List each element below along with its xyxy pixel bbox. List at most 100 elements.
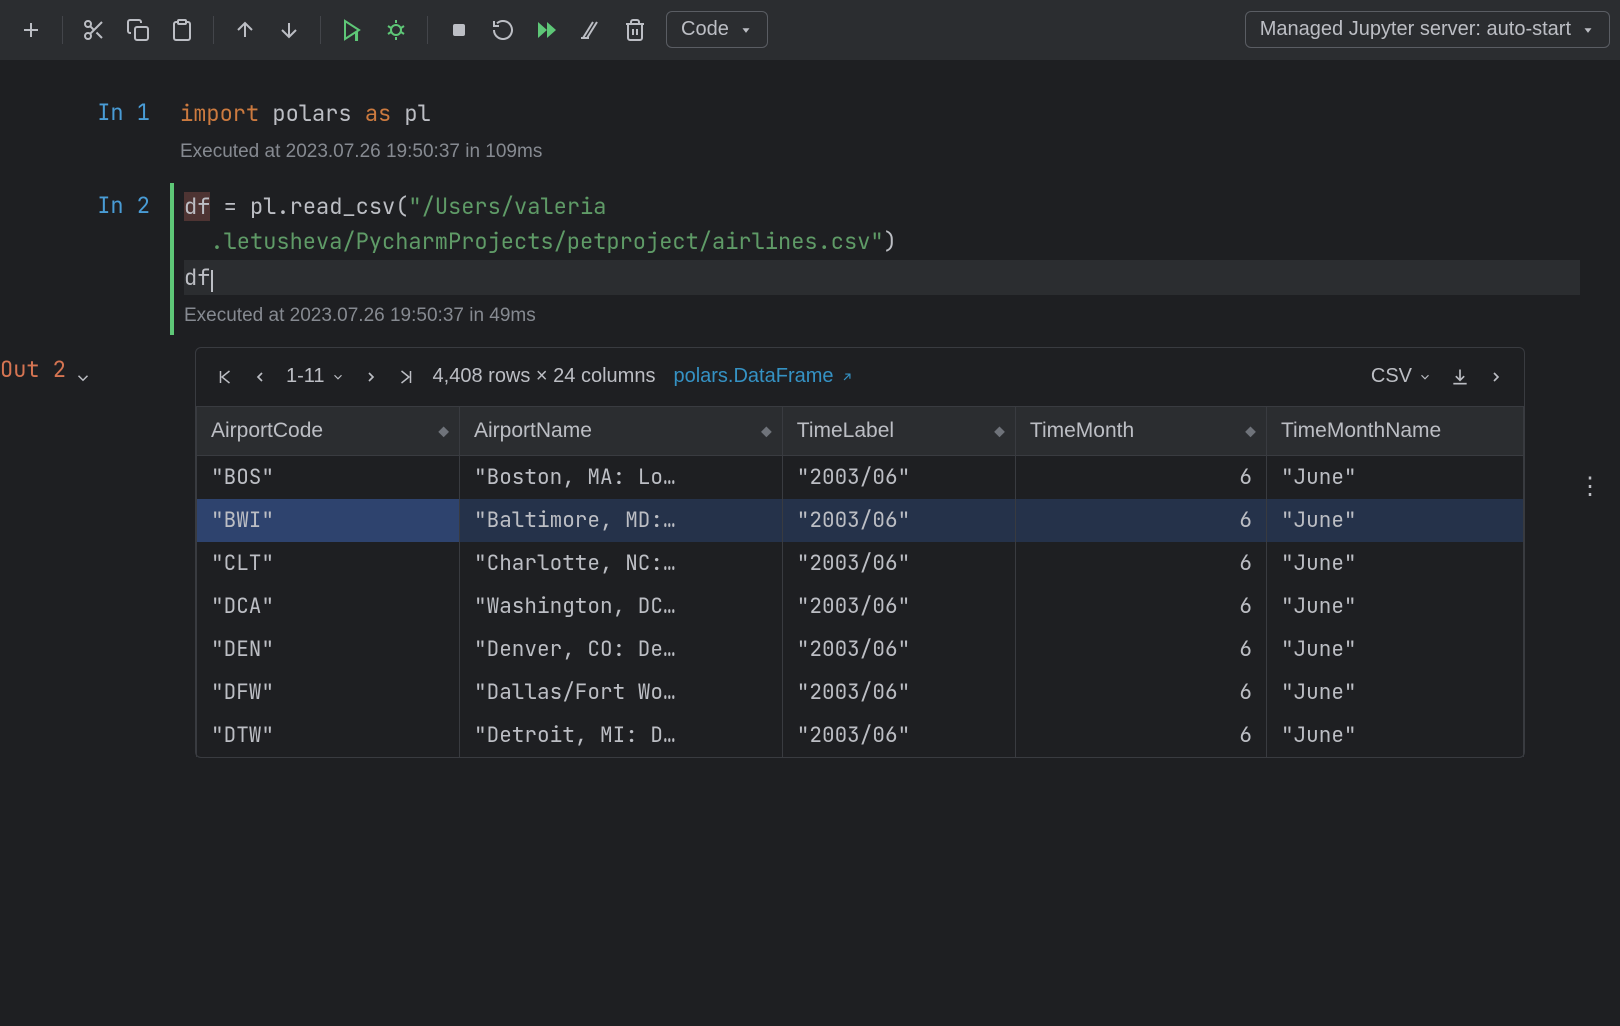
first-page-button[interactable] xyxy=(216,367,234,387)
cell-timemonth[interactable]: 6 xyxy=(1015,585,1266,628)
cell-airportcode[interactable]: "CLT" xyxy=(197,542,460,585)
table-row[interactable]: "BWI""Baltimore, MD:…"2003/06"6"June" xyxy=(197,499,1524,542)
table-dimensions: 4,408 rows × 24 columns xyxy=(433,365,656,388)
delete-button[interactable] xyxy=(614,9,656,51)
cell-timemonth[interactable]: 6 xyxy=(1015,542,1266,585)
code-block-2[interactable]: df = pl.read_csv("/Users/valeria .letush… xyxy=(170,183,1590,301)
run-all-button[interactable] xyxy=(526,9,568,51)
cell-airportcode[interactable]: "DFW" xyxy=(197,671,460,714)
table-row[interactable]: "DEN""Denver, CO: De…"2003/06"6"June" xyxy=(197,628,1524,671)
page-range[interactable]: 1-11 xyxy=(286,365,345,388)
cell-type-dropdown[interactable]: Code xyxy=(666,11,768,48)
col-header-timelabel[interactable]: TimeLabel◆ xyxy=(782,406,1015,455)
cell-timelabel[interactable]: "2003/06" xyxy=(782,542,1015,585)
add-cell-button[interactable] xyxy=(10,9,52,51)
cell-timemonthname[interactable]: "June" xyxy=(1266,671,1523,714)
table-row[interactable]: "DCA""Washington, DC…"2003/06"6"June" xyxy=(197,585,1524,628)
copy-button[interactable] xyxy=(117,9,159,51)
cell-timelabel[interactable]: "2003/06" xyxy=(782,671,1015,714)
cut-button[interactable] xyxy=(73,9,115,51)
export-label: CSV xyxy=(1371,365,1412,388)
cell-in-2: In 2 df = pl.read_csv("/Users/valeria .l… xyxy=(0,183,1620,335)
toolbar-separator xyxy=(62,16,63,44)
dataframe-output: 1-11 4,408 rows × 24 columns polars.Data… xyxy=(195,347,1525,758)
code-block-1[interactable]: import polars as pl xyxy=(170,90,1590,137)
restart-button[interactable] xyxy=(482,9,524,51)
clear-outputs-button[interactable] xyxy=(570,9,612,51)
cell-timemonth[interactable]: 6 xyxy=(1015,628,1266,671)
sort-icon: ◆ xyxy=(761,422,772,439)
cell-airportname[interactable]: "Boston, MA: Lo… xyxy=(460,455,783,499)
cell-timelabel[interactable]: "2003/06" xyxy=(782,455,1015,499)
exec-meta-2: Executed at 2023.07.26 19:50:37 in 49ms xyxy=(170,301,1590,335)
table-row[interactable]: "DTW""Detroit, MI: D…"2003/06"6"June" xyxy=(197,714,1524,757)
stop-button[interactable] xyxy=(438,9,480,51)
sort-icon: ◆ xyxy=(994,422,1005,439)
data-table: AirportCode◆ AirportName◆ TimeLabel◆ Tim… xyxy=(196,406,1524,757)
overflow-menu-button[interactable]: ⋮ xyxy=(1578,472,1602,501)
download-button[interactable] xyxy=(1450,367,1470,387)
cell-airportcode[interactable]: "DCA" xyxy=(197,585,460,628)
more-button[interactable] xyxy=(1488,367,1504,387)
svg-text:I: I xyxy=(355,31,358,42)
chevron-down-icon xyxy=(739,23,753,37)
dataframe-type-link[interactable]: polars.DataFrame xyxy=(673,365,853,388)
cell-timemonth[interactable]: 6 xyxy=(1015,671,1266,714)
range-text: 1-11 xyxy=(286,365,325,388)
exec-meta-1: Executed at 2023.07.26 19:50:37 in 109ms xyxy=(170,137,1590,171)
eq: = xyxy=(210,192,250,221)
kw-import: import xyxy=(180,99,259,128)
cell-body-1[interactable]: import polars as pl Executed at 2023.07.… xyxy=(170,90,1620,171)
debug-button[interactable] xyxy=(375,9,417,51)
cell-timelabel[interactable]: "2003/06" xyxy=(782,714,1015,757)
next-page-button[interactable] xyxy=(363,367,379,387)
paste-button[interactable] xyxy=(161,9,203,51)
move-up-button[interactable] xyxy=(224,9,266,51)
table-row[interactable]: "CLT""Charlotte, NC:…"2003/06"6"June" xyxy=(197,542,1524,585)
cell-airportname[interactable]: "Charlotte, NC:… xyxy=(460,542,783,585)
notebook-cells: In 1 import polars as pl Executed at 202… xyxy=(0,60,1620,758)
cell-airportname[interactable]: "Baltimore, MD:… xyxy=(460,499,783,542)
call: pl.read_csv( xyxy=(250,192,408,221)
cell-timelabel[interactable]: "2003/06" xyxy=(782,628,1015,671)
export-csv-button[interactable]: CSV xyxy=(1371,365,1432,388)
cell-timemonthname[interactable]: "June" xyxy=(1266,714,1523,757)
col-header-airportcode[interactable]: AirportCode◆ xyxy=(197,406,460,455)
cell-timemonth[interactable]: 6 xyxy=(1015,714,1266,757)
cell-airportname[interactable]: "Denver, CO: De… xyxy=(460,628,783,671)
col-header-airportname[interactable]: AirportName◆ xyxy=(460,406,783,455)
cell-timemonthname[interactable]: "June" xyxy=(1266,455,1523,499)
cell-timemonthname[interactable]: "June" xyxy=(1266,585,1523,628)
cell-airportname[interactable]: "Detroit, MI: D… xyxy=(460,714,783,757)
cell-body-2[interactable]: df = pl.read_csv("/Users/valeria .letush… xyxy=(170,183,1620,335)
chevron-down-icon xyxy=(1581,23,1595,37)
cell-airportcode[interactable]: "DTW" xyxy=(197,714,460,757)
cell-timemonthname[interactable]: "June" xyxy=(1266,628,1523,671)
col-header-timemonth[interactable]: TimeMonth◆ xyxy=(1015,406,1266,455)
cell-timemonth[interactable]: 6 xyxy=(1015,455,1266,499)
run-cell-button[interactable]: I xyxy=(331,9,373,51)
cell-airportname[interactable]: "Dallas/Fort Wo… xyxy=(460,671,783,714)
cell-airportcode[interactable]: "DEN" xyxy=(197,628,460,671)
last-page-button[interactable] xyxy=(397,367,415,387)
prev-page-button[interactable] xyxy=(252,367,268,387)
table-header-row: AirportCode◆ AirportName◆ TimeLabel◆ Tim… xyxy=(197,406,1524,455)
var-df-2: df xyxy=(184,263,210,292)
prompt-in-1: In 1 xyxy=(0,90,170,171)
collapse-output-button[interactable] xyxy=(74,365,92,394)
cell-timelabel[interactable]: "2003/06" xyxy=(782,585,1015,628)
table-row[interactable]: "DFW""Dallas/Fort Wo…"2003/06"6"June" xyxy=(197,671,1524,714)
cell-airportname[interactable]: "Washington, DC… xyxy=(460,585,783,628)
cell-timemonth[interactable]: 6 xyxy=(1015,499,1266,542)
table-row[interactable]: "BOS""Boston, MA: Lo…"2003/06"6"June" xyxy=(197,455,1524,499)
cell-airportcode[interactable]: "BOS" xyxy=(197,455,460,499)
move-down-button[interactable] xyxy=(268,9,310,51)
sort-icon: ◆ xyxy=(1245,422,1256,439)
module-name: polars xyxy=(272,99,351,128)
cell-timemonthname[interactable]: "June" xyxy=(1266,499,1523,542)
cell-timelabel[interactable]: "2003/06" xyxy=(782,499,1015,542)
server-dropdown[interactable]: Managed Jupyter server: auto-start xyxy=(1245,11,1610,48)
cell-airportcode[interactable]: "BWI" xyxy=(197,499,460,542)
col-header-timemonthname[interactable]: TimeMonthName xyxy=(1266,406,1523,455)
cell-timemonthname[interactable]: "June" xyxy=(1266,542,1523,585)
